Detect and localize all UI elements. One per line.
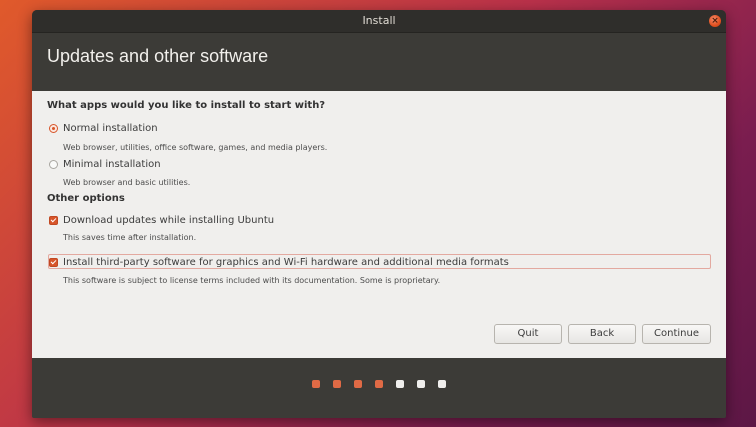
progress-dot [354,380,362,388]
normal-installation-option[interactable]: Normal installation [49,123,158,134]
third-party-option[interactable]: Install third-party software for graphic… [49,257,509,268]
progress-dot [312,380,320,388]
download-updates-description: This saves time after installation. [63,233,197,242]
minimal-installation-radio[interactable] [49,160,58,169]
minimal-installation-label[interactable]: Minimal installation [63,159,161,170]
minimal-installation-description: Web browser and basic utilities. [63,178,191,187]
window-title: Install [362,14,396,27]
third-party-label[interactable]: Install third-party software for graphic… [63,257,509,268]
third-party-checkbox[interactable] [49,258,58,267]
desktop-background: Install × Updates and other software Wha… [0,0,756,427]
installer-window: Install × Updates and other software Wha… [32,10,726,418]
progress-dot [417,380,425,388]
progress-dot [438,380,446,388]
page-title: Updates and other software [47,46,269,66]
third-party-description: This software is subject to license term… [63,276,441,285]
page-header: Updates and other software [32,33,726,91]
other-options-heading: Other options [47,193,125,204]
progress-dot [333,380,341,388]
progress-dot [396,380,404,388]
download-updates-checkbox[interactable] [49,216,58,225]
minimal-installation-option[interactable]: Minimal installation [49,159,161,170]
content-panel: What apps would you like to install to s… [32,91,726,358]
close-icon[interactable]: × [709,15,721,27]
normal-installation-description: Web browser, utilities, office software,… [63,143,328,152]
normal-installation-radio[interactable] [49,124,58,133]
continue-button[interactable]: Continue [642,324,711,344]
normal-installation-label[interactable]: Normal installation [63,123,158,134]
download-updates-label[interactable]: Download updates while installing Ubuntu [63,215,274,226]
quit-button[interactable]: Quit [494,324,562,344]
progress-footer [32,358,726,418]
back-button[interactable]: Back [568,324,636,344]
apps-question: What apps would you like to install to s… [47,100,326,111]
progress-dot [375,380,383,388]
title-bar[interactable]: Install × [32,10,726,33]
progress-dots [32,380,726,388]
download-updates-option[interactable]: Download updates while installing Ubuntu [49,215,274,226]
